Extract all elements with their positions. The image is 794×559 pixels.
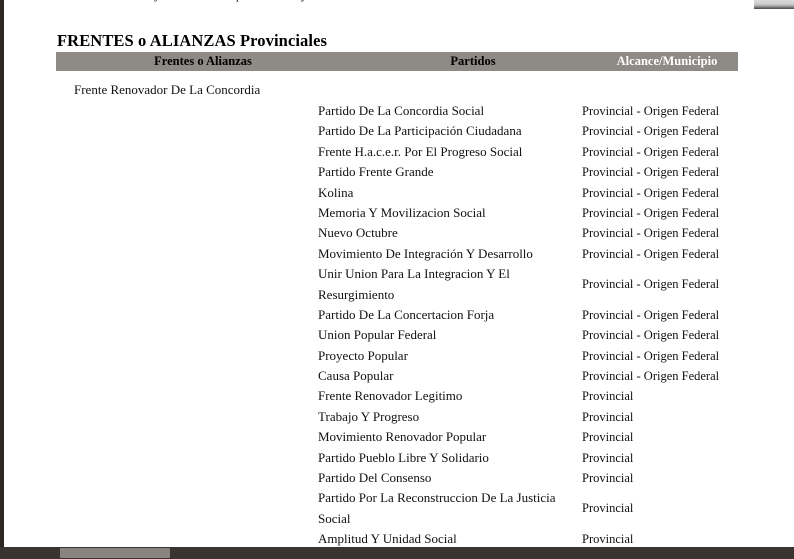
cell-alcance: Provincial - Origen Federal bbox=[582, 165, 720, 180]
cell-alcance: Provincial - Origen Federal bbox=[582, 104, 720, 118]
horizontal-scroll-thumb[interactable] bbox=[60, 548, 170, 558]
cell-partido: Trabajo Y Progreso bbox=[318, 408, 420, 424]
cell-partido: Proyecto Popular bbox=[318, 347, 408, 363]
table-row: Nuevo Octubre Provincial - Origen Federal bbox=[4, 223, 794, 243]
column-header-partidos: Partidos bbox=[450, 54, 496, 68]
cell-alcance: Provincial - Origen Federal bbox=[582, 277, 720, 292]
table-row: Partido Frente Grande Provincial - Origen… bbox=[4, 162, 794, 182]
table-row: Causa Popular Provincial - Origen Federal bbox=[4, 366, 794, 386]
cell-alcance: Provincial bbox=[582, 430, 634, 445]
cell-partido: Partido Del Consenso bbox=[318, 470, 432, 486]
cell-alcance: Provincial - Origen Federal bbox=[582, 348, 720, 363]
table-row: Memoria Y Movilizacion Social Provincial … bbox=[4, 203, 794, 223]
cell-partido: Nuevo Octubre bbox=[318, 225, 398, 241]
column-header-frentes: Frentes o Alianzas bbox=[154, 54, 252, 68]
alliance-name-cell: Frente Renovador De La Concordia bbox=[74, 82, 261, 97]
cell-alcance: Provincial - Origen Federal bbox=[582, 226, 720, 241]
table-header-row: Frentes o Alianzas Partidos Alcance/Muni… bbox=[56, 52, 738, 71]
table-row: Partido De La Participación Ciudadana Pro… bbox=[4, 121, 794, 141]
cell-partido: Partido De La Concertacion Forja bbox=[318, 306, 495, 322]
cut-off-text-line: y el candidato a primer concejal en el o… bbox=[154, 0, 424, 3]
cell-alcance: Provincial bbox=[582, 471, 634, 486]
cell-alcance: Provincial - Origen Federal bbox=[582, 246, 720, 261]
table-row: Frente H.a.c.e.r. Por El Progreso Social… bbox=[4, 142, 794, 162]
table-row: Trabajo Y Progreso Provincial bbox=[4, 407, 794, 427]
page-title: FRENTES o ALIANZAS Provinciales bbox=[57, 31, 328, 50]
horizontal-scrollbar[interactable] bbox=[0, 547, 794, 559]
cell-alcance: Provincial - Origen Federal bbox=[582, 124, 720, 139]
table-body: Partido De La Concordia Social Provincial… bbox=[4, 101, 794, 547]
table-row: Proyecto Popular Provincial - Origen Fede… bbox=[4, 346, 794, 366]
cell-alcance: Provincial - Origen Federal bbox=[582, 144, 720, 159]
table-row: Frente Renovador Legitimo Provincial bbox=[4, 386, 794, 406]
cell-partido: Partido Por La Reconstruccion De La Just… bbox=[318, 490, 556, 526]
cell-partido: Partido De La Participación Ciudadana bbox=[318, 123, 522, 139]
cell-alcance: Provincial bbox=[582, 450, 634, 465]
cell-partido: Unir Union Para La Integracion Y El Resu… bbox=[318, 266, 510, 302]
cell-partido: Causa Popular bbox=[318, 368, 394, 384]
cell-partido: Movimiento De Integración Y Desarrollo bbox=[318, 245, 533, 261]
cell-partido: Frente Renovador Legitimo bbox=[318, 388, 463, 404]
cell-partido: Memoria Y Movilizacion Social bbox=[318, 204, 486, 220]
cell-partido: Partido De La Concordia Social bbox=[318, 103, 485, 118]
cell-partido: Union Popular Federal bbox=[318, 327, 437, 343]
cell-partido: Partido Pueblo Libre Y Solidario bbox=[318, 449, 489, 465]
cell-alcance: Provincial bbox=[582, 501, 634, 516]
table-row: Union Popular Federal Provincial - Origen… bbox=[4, 325, 794, 345]
table-row: Movimiento De Integración Y Desarrollo Pr… bbox=[4, 244, 794, 264]
table-row: Partido Por La Reconstruccion De La Just… bbox=[4, 488, 794, 529]
window-left-border bbox=[0, 0, 4, 559]
document-page: FRENTES o ALIANZAS Provinciales Frentes … bbox=[4, 9, 794, 547]
table-row: Amplitud Y Unidad Social Provincial bbox=[4, 529, 794, 547]
table-row: Movimiento Renovador Popular Provincial bbox=[4, 427, 794, 447]
cell-partido: Movimiento Renovador Popular bbox=[318, 429, 487, 445]
table-row: Partido De La Concordia Social Provincial… bbox=[4, 101, 794, 121]
document-viewer-window: y el candidato a primer concejal en el o… bbox=[0, 0, 794, 559]
cell-alcance: Provincial - Origen Federal bbox=[582, 185, 720, 200]
cell-alcance: Provincial - Origen Federal bbox=[582, 205, 720, 220]
table-row: Partido Del Consenso Provincial bbox=[4, 468, 794, 488]
cell-alcance: Provincial - Origen Federal bbox=[582, 328, 720, 343]
cell-partido: Amplitud Y Unidad Social bbox=[318, 531, 457, 547]
column-header-alcance: Alcance/Municipio bbox=[616, 54, 718, 68]
table-row: Partido Pueblo Libre Y Solidario Provinci… bbox=[4, 448, 794, 468]
viewer-top-chrome: y el candidato a primer concejal en el o… bbox=[0, 0, 794, 9]
table-row: Partido De La Concertacion Forja Provinci… bbox=[4, 305, 794, 325]
cell-alcance: Provincial - Origen Federal bbox=[582, 369, 720, 384]
cell-partido: Frente H.a.c.e.r. Por El Progreso Social bbox=[318, 143, 523, 159]
table-row: Kolina Provincial - Origen Federal bbox=[4, 183, 794, 203]
cell-alcance: Provincial - Origen Federal bbox=[582, 307, 720, 322]
previous-line-clip: y el candidato a primer concejal en el o… bbox=[4, 0, 754, 9]
cell-alcance: Provincial bbox=[582, 409, 634, 424]
cell-partido: Kolina bbox=[318, 184, 354, 200]
table-row: Unir Union Para La Integracion Y El Resu… bbox=[4, 264, 794, 305]
cell-alcance: Provincial bbox=[582, 389, 634, 404]
cell-partido: Partido Frente Grande bbox=[318, 164, 434, 180]
cell-alcance: Provincial bbox=[582, 532, 634, 547]
